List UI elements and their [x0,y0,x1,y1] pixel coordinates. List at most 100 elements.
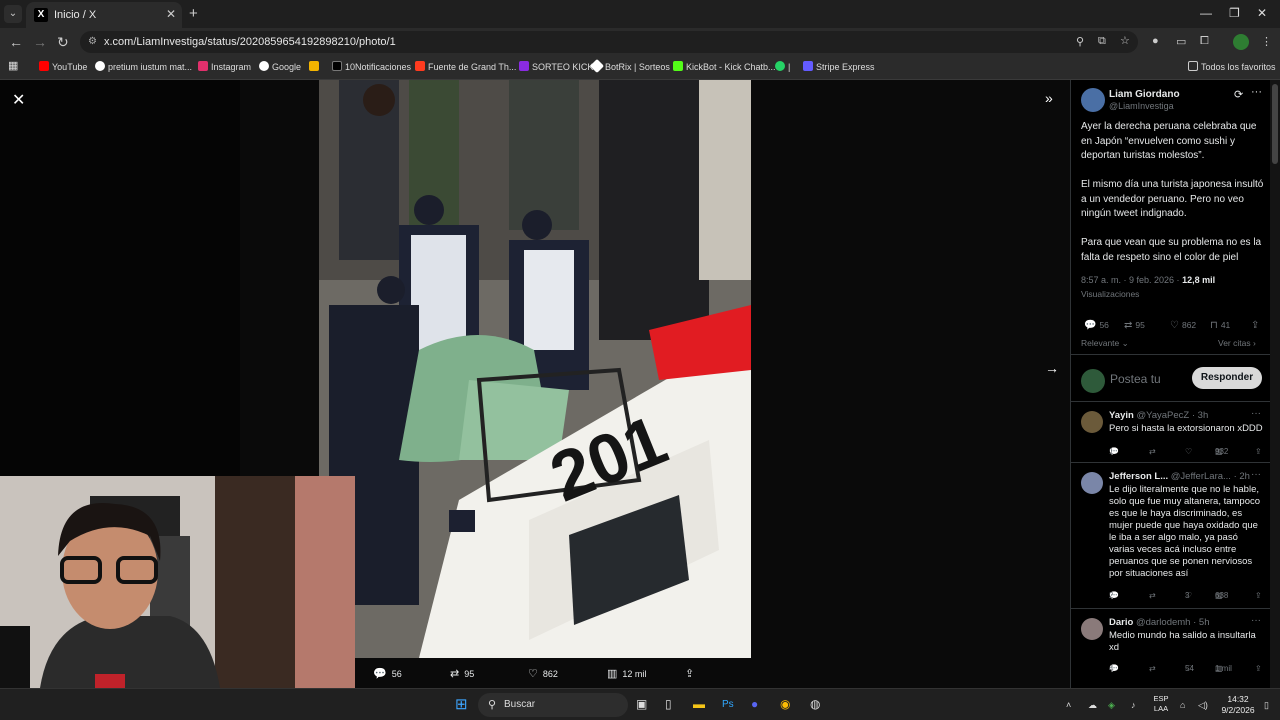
folder-icon [1188,61,1198,71]
volume-icon[interactable]: ◁) [1198,700,1208,711]
tray-overflow-icon[interactable]: ˄ [1066,700,1071,710]
reply-avatar[interactable] [1081,472,1103,494]
reply-action[interactable]: 💬 56 [373,667,402,680]
user-avatar [1081,369,1105,393]
reply-item[interactable]: Jefferson L... @JefferLara... · 2h ··· L… [1071,464,1270,609]
whatsapp-icon [775,61,785,71]
reply-avatar[interactable] [1081,411,1103,433]
network-icon[interactable]: ⌂ [1180,700,1185,710]
author-handle[interactable]: @LiamInvestiga [1109,101,1174,111]
phone-app-icon[interactable]: ▯ [665,697,672,711]
new-tab-icon[interactable]: + [189,5,198,22]
extension-icon-2[interactable]: ▭ [1176,35,1186,48]
restore-icon[interactable]: ❐ [1229,6,1240,20]
install-app-icon[interactable]: ⧉ [1098,35,1106,48]
panel-scrollbar[interactable] [1270,80,1280,688]
next-photo-icon[interactable]: → [1045,360,1059,376]
bookmark-sorteo-kick[interactable]: SORTEO KICK [519,61,593,72]
view-quotes-link[interactable]: Ver citas › [1218,338,1256,348]
views-chart-icon: ▥ [607,668,618,680]
minimize-icon[interactable]: — [1200,6,1212,20]
author-name[interactable]: Liam Giordano [1109,89,1180,100]
bookmark-stripe[interactable]: Stripe Express [803,61,875,72]
photoshop-icon[interactable]: Ps [722,699,734,710]
tweet-photo[interactable]: 201 [319,80,751,658]
more-options-icon[interactable]: ··· [1251,86,1262,98]
reply-avatar[interactable] [1081,618,1103,640]
reply-stat[interactable]: 💬 56 [1084,320,1109,331]
tab-search-icon[interactable]: ⌄ [4,5,22,23]
collapse-panel-icon[interactable]: » [1045,90,1053,106]
share-stat[interactable]: ⇪ [1251,320,1262,331]
site-info-icon[interactable]: ⚙ [88,36,97,47]
bookmark-instagram[interactable]: Instagram [198,61,251,72]
windows-start-icon[interactable]: ⊞ [455,695,468,713]
more-options-icon[interactable]: ··· [1251,615,1261,626]
browser-tab[interactable]: X Inicio / X ✕ [26,2,182,28]
input-language[interactable]: ESP LAA [1150,694,1172,714]
bookmark-unnamed[interactable] [309,61,322,72]
like-stat[interactable]: ♡ 862 [1170,320,1196,331]
file-explorer-icon[interactable]: ▬ [693,697,705,711]
reply-input[interactable]: Postea tu respuesta [1110,372,1180,386]
tab-close-icon[interactable]: ✕ [166,7,176,21]
browser-toolbar: ← → ↻ ⚙ x.com/LiamInvestiga/status/20208… [0,28,1280,56]
author-avatar[interactable] [1081,88,1105,112]
reply-sort-dropdown[interactable]: Relevante ⌄ [1081,338,1129,349]
tray-app-icon[interactable]: ☁ [1088,700,1097,711]
share-icon: ⇪ [1251,320,1260,331]
obs-icon[interactable]: ◍ [810,697,820,711]
more-options-icon[interactable]: ··· [1251,469,1261,480]
bookmark-10notificaciones[interactable]: 10Notificaciones [332,61,411,72]
extension-icon[interactable]: ● [1152,35,1159,47]
microphone-icon[interactable]: ♪ [1131,700,1136,710]
bookmarks-bar: ▦ YouTube pretium iustum mat... Instagra… [0,56,1280,80]
notifications-icon[interactable]: ▯ [1264,700,1269,711]
taskbar-clock[interactable]: 14:32 9/2/2026 [1218,694,1258,716]
bookmark-google[interactable]: Google [259,61,301,72]
bookmark-fuente-gta[interactable]: Fuente de Grand Th... [415,61,516,72]
reply-item[interactable]: Dario @darlodemh · 5h ··· Medio mundo ha… [1071,610,1270,688]
scrollbar-thumb[interactable] [1272,84,1278,164]
taskbar-search-label: Buscar [504,699,536,710]
zoom-icon[interactable]: ⚲ [1076,35,1084,48]
more-options-icon[interactable]: ··· [1251,408,1261,419]
bookmark-colorful-icon [309,61,319,71]
webcam-overlay [0,476,355,688]
extensions-puzzle-icon[interactable]: ⧠ [1200,35,1209,48]
grok-icon[interactable]: ⟳ [1234,88,1243,101]
bookmark-kickbot[interactable]: KickBot - Kick Chatb... [673,61,776,72]
bookmark-pretium[interactable]: pretium iustum mat... [95,61,192,72]
bookmark-botrix[interactable]: BotRix | Sorteos [589,58,670,74]
all-bookmarks-folder[interactable]: Todos los favoritos [1188,61,1276,72]
address-bar[interactable]: ⚙ x.com/LiamInvestiga/status/20208596541… [80,31,1138,53]
profile-avatar[interactable] [1233,34,1249,50]
repost-action[interactable]: ⇄ 95 [450,667,474,680]
bookmark-whatsapp[interactable]: | [775,61,790,72]
reload-icon[interactable]: ↻ [57,34,69,51]
tray-defender-icon[interactable]: ◈ [1108,700,1115,711]
task-view-icon[interactable]: ▣ [636,697,647,711]
tweet-timestamp[interactable]: 8:57 a. m. · 9 feb. 2026 · 12,8 mil [1081,275,1215,285]
chrome-icon[interactable]: ◉ [780,697,790,711]
reply-button[interactable]: Responder [1192,367,1262,389]
reply-item[interactable]: Yayin @YayaPecZ · 3h ··· Pero si hasta l… [1071,403,1270,463]
bookmark-stat[interactable]: ⊓ 41 [1210,320,1230,331]
forward-icon[interactable]: → [33,34,47,50]
reply-author[interactable]: Yayin @YayaPecZ · 3h [1109,410,1208,421]
reply-author[interactable]: Dario @darlodemh · 5h [1109,617,1209,628]
bookmark-star-icon[interactable]: ☆ [1120,34,1130,47]
like-action[interactable]: ♡ 862 [528,667,558,680]
views-action[interactable]: ▥ 12 mil [607,667,646,680]
browser-menu-icon[interactable]: ⋮ [1261,35,1272,48]
bookmark-youtube[interactable]: YouTube [39,61,87,72]
reply-author[interactable]: Jefferson L... @JefferLara... · 2h [1109,471,1250,482]
taskbar-search[interactable]: ⚲ Buscar [478,693,628,717]
discord-icon[interactable]: ● [751,697,758,711]
repost-stat[interactable]: ⇄ 95 [1124,320,1145,331]
share-action[interactable]: ⇪ [685,667,699,680]
apps-grid-icon[interactable]: ▦ [8,59,18,72]
close-viewer-icon[interactable]: ✕ [12,90,25,110]
window-close-icon[interactable]: ✕ [1257,6,1267,20]
back-icon[interactable]: ← [9,34,23,50]
